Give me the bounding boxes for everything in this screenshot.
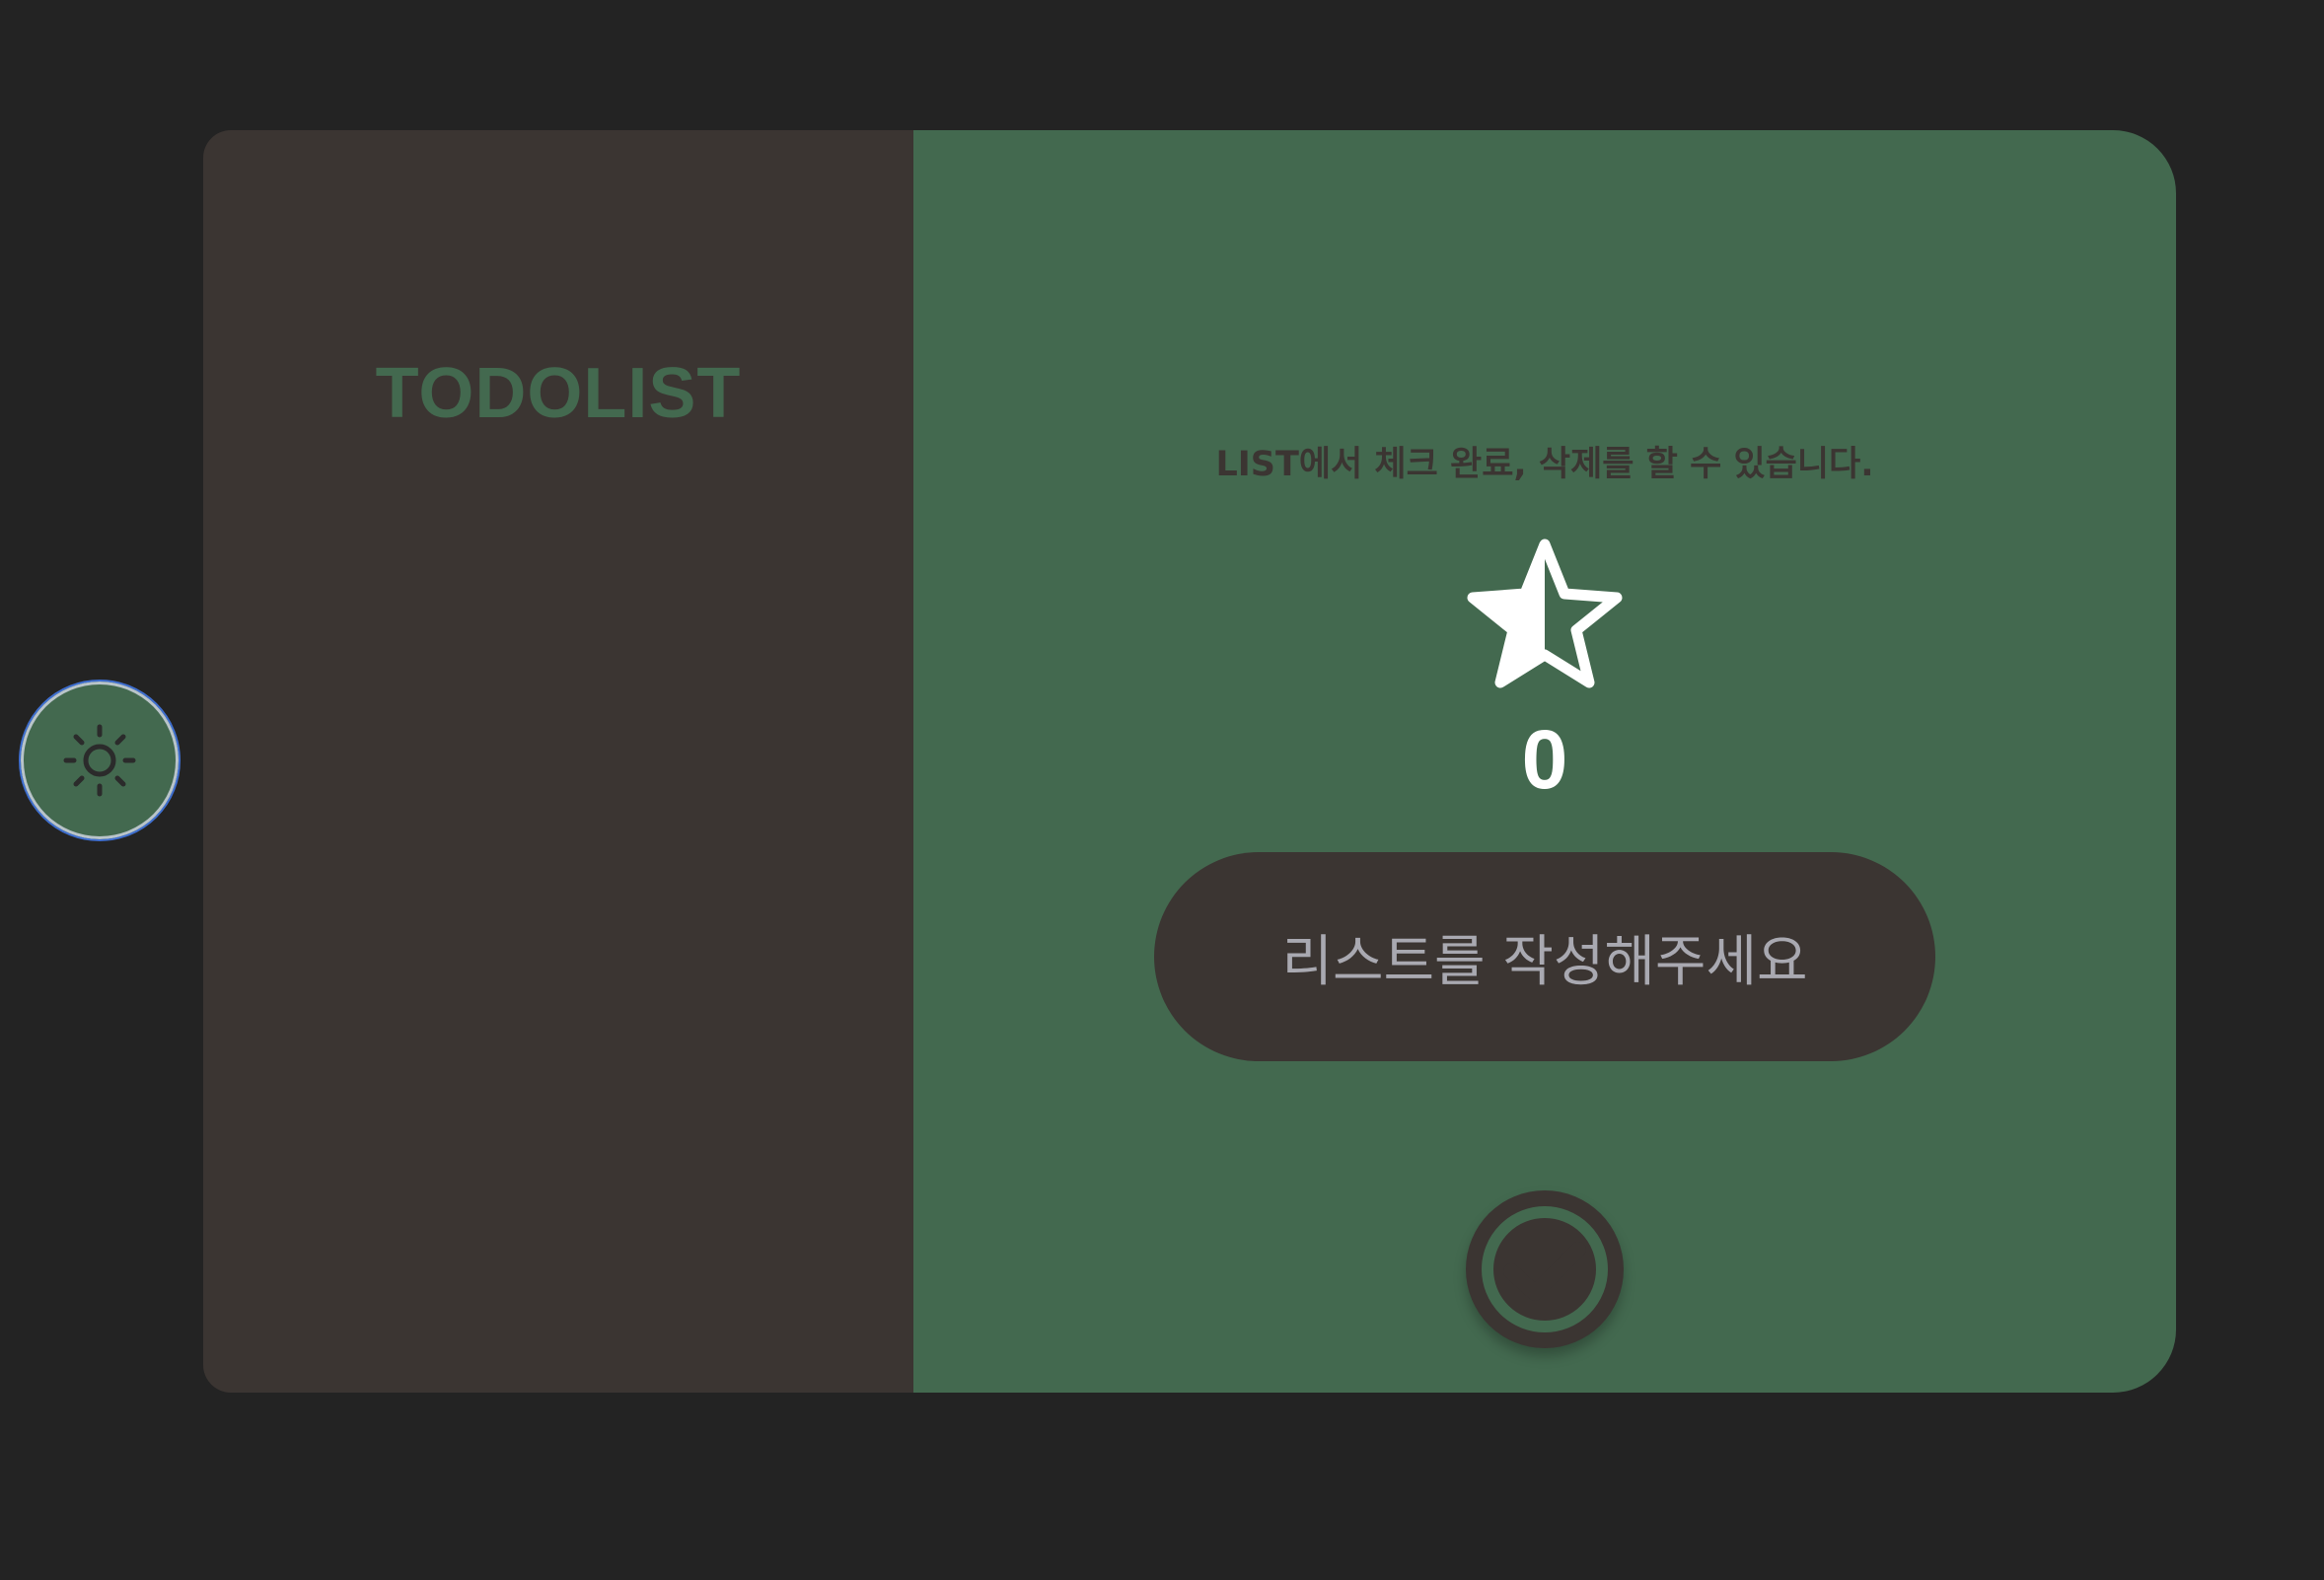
star-half-icon	[1461, 537, 1629, 694]
app-title: TODOLIST	[375, 354, 742, 433]
app-card: TODOLIST LIST에서 체크 완료, 삭제를 할 수 있습니다. 0 리…	[203, 130, 2176, 1393]
write-list-button[interactable]: 리스트를 작성해주세요	[1154, 852, 1935, 1061]
main-panel: LIST에서 체크 완료, 삭제를 할 수 있습니다. 0 리스트를 작성해주세…	[913, 130, 2176, 1393]
write-list-button-label: 리스트를 작성해주세요	[1281, 929, 1808, 994]
sun-icon	[63, 724, 136, 797]
check-circle-icon	[1482, 1206, 1608, 1332]
check-button[interactable]	[1466, 1190, 1624, 1348]
completed-count: 0	[1521, 713, 1568, 806]
hint-text: LIST에서 체크 완료, 삭제를 할 수 있습니다.	[1215, 445, 1874, 484]
list-panel: TODOLIST	[203, 130, 913, 1393]
theme-toggle-button[interactable]	[19, 680, 181, 841]
